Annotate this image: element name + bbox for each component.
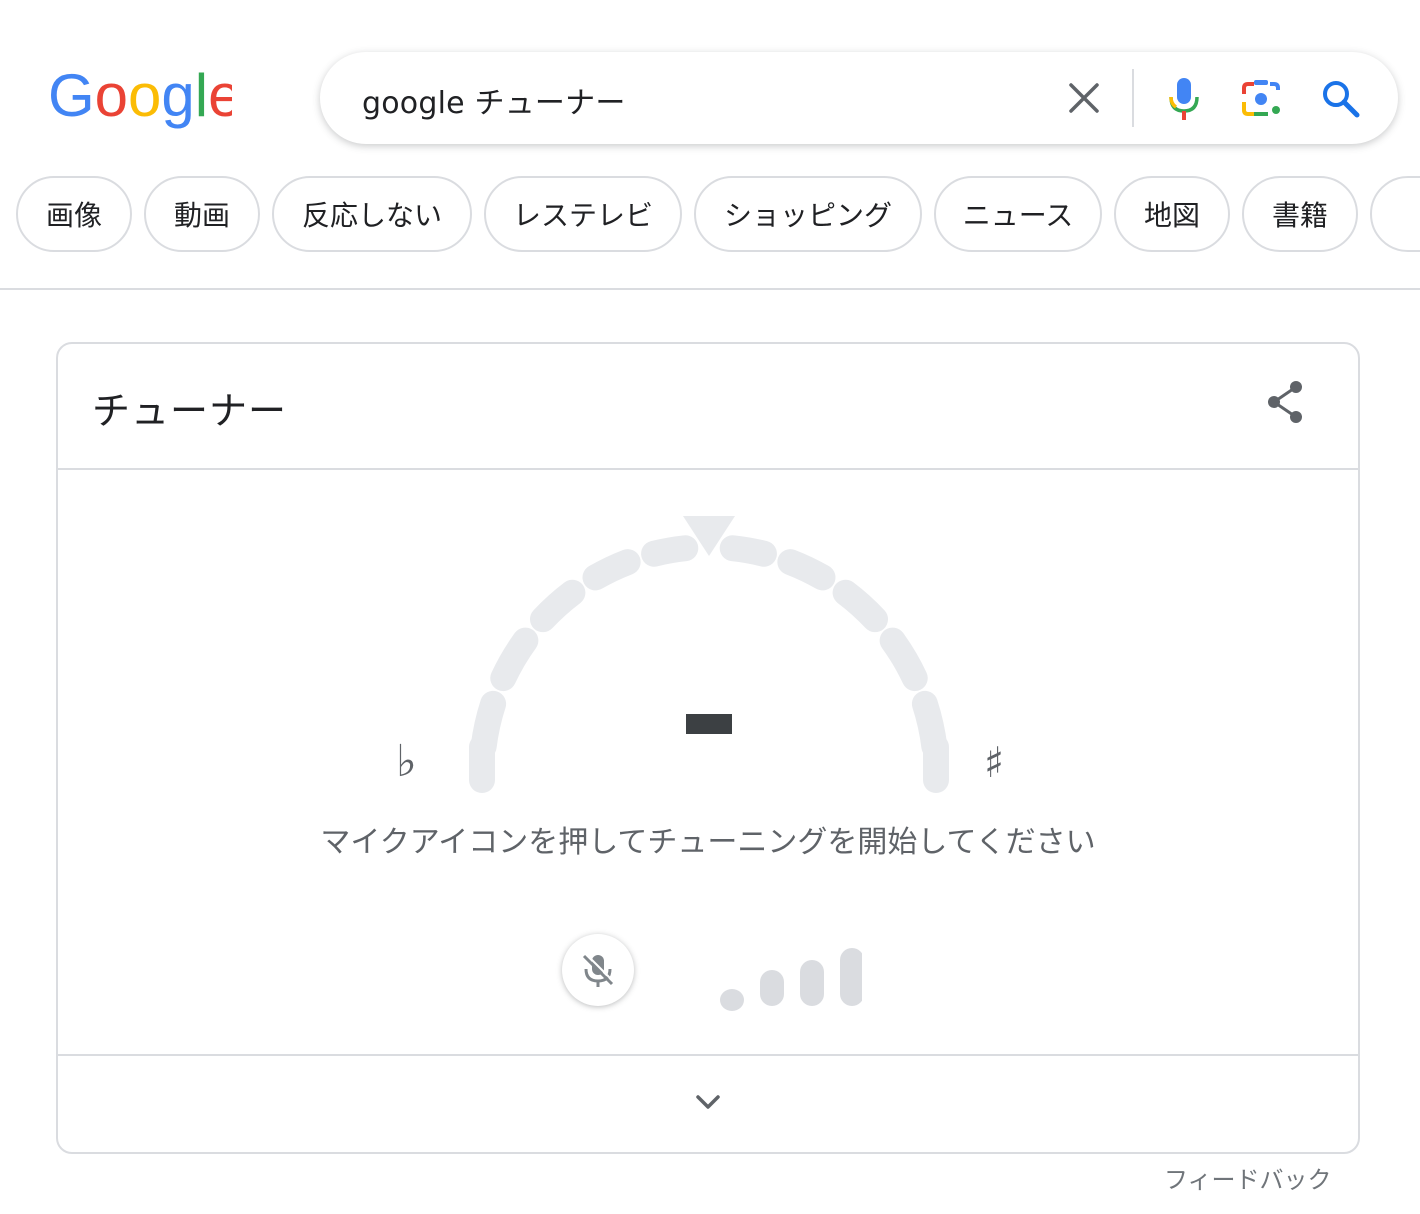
sharp-symbol: ♯ (984, 738, 1005, 787)
chip-shopping[interactable]: ショッピング (694, 176, 922, 252)
flat-symbol: ♭ (396, 736, 417, 787)
dial-segment (777, 549, 836, 591)
tuner-dial: ♭ ♯ マイクアイコンを押してチューニングを開始してください (58, 344, 1358, 1054)
card-footer-divider (58, 1054, 1358, 1056)
tuner-instruction: マイクアイコンを押してチューニングを開始してください (320, 825, 1096, 860)
chip-books[interactable]: 書籍 (1242, 176, 1358, 252)
chip-more[interactable] (1370, 176, 1420, 252)
dial-segment (911, 690, 948, 760)
signal-level-bar (760, 970, 784, 1006)
note-display (686, 714, 732, 734)
chip-maps[interactable]: 地図 (1114, 176, 1230, 252)
mic-button[interactable] (562, 934, 634, 1006)
dial-segment (529, 579, 586, 633)
feedback-link[interactable]: フィードバック (1164, 1160, 1332, 1195)
close-icon[interactable] (1066, 80, 1102, 116)
signal-level-bar (800, 960, 824, 1006)
chip-not-responding[interactable]: 反応しない (272, 176, 472, 252)
dial-segment (719, 535, 777, 567)
search-icon[interactable] (1320, 78, 1362, 120)
chip-tv[interactable]: レステレビ (484, 176, 682, 252)
mic-off-icon (582, 953, 615, 987)
dial-segment (879, 627, 928, 692)
search-input[interactable]: google チューナー (362, 78, 626, 122)
header-divider (0, 288, 1420, 290)
dial-segment (641, 535, 699, 567)
signal-level-meter (662, 932, 904, 1012)
signal-level-bar (840, 948, 864, 1006)
svg-text:Google: Google (48, 64, 232, 129)
search-filter-chips: 画像 動画 反応しない レステレビ ショッピング ニュース 地図 書籍 (16, 176, 1420, 256)
chip-videos[interactable]: 動画 (144, 176, 260, 252)
tuner-card: チューナー ♭ ♯ マイクアイコンを押してチューニングを開始してください (56, 342, 1360, 1154)
dial-segment (832, 579, 889, 633)
dial-segment (582, 549, 641, 591)
chip-images[interactable]: 画像 (16, 176, 132, 252)
chevron-down-icon[interactable] (688, 1082, 728, 1122)
chip-news[interactable]: ニュース (934, 176, 1102, 252)
google-logo[interactable]: Google (48, 64, 232, 134)
search-divider (1132, 69, 1134, 127)
dial-segment (490, 627, 539, 692)
signal-level-bar (720, 989, 744, 1011)
dial-segment (470, 690, 507, 760)
lens-icon[interactable] (1240, 78, 1284, 120)
search-box[interactable]: google チューナー (320, 52, 1398, 144)
mic-icon[interactable] (1164, 76, 1204, 122)
